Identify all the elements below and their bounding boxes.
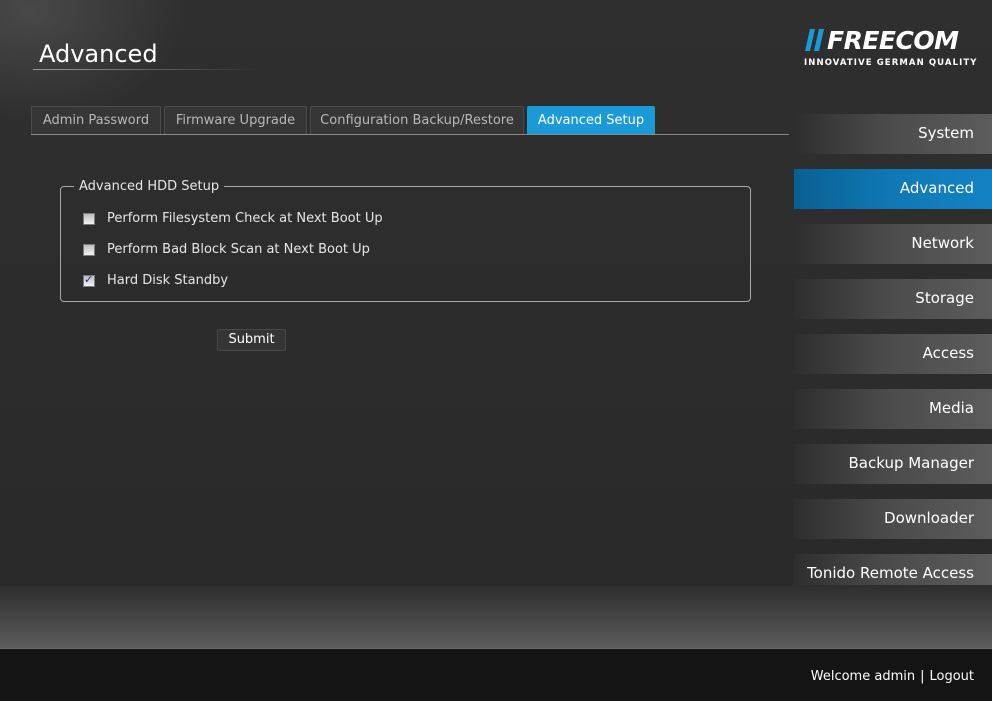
footer-separator: | <box>920 669 925 684</box>
footer-bar: Welcome admin | Logout <box>0 648 992 701</box>
tab-divider <box>31 134 789 135</box>
filesystem-check-checkbox[interactable] <box>83 213 95 225</box>
hard-disk-standby-checkbox[interactable]: ✓ <box>83 273 95 287</box>
welcome-text: Welcome admin <box>810 669 916 684</box>
tab-firmware-upgrade[interactable]: Firmware Upgrade <box>164 106 307 134</box>
logout-link[interactable]: Logout <box>929 669 974 684</box>
sidebar-item-access[interactable]: Access <box>794 334 992 374</box>
bad-block-scan-label: Perform Bad Block Scan at Next Boot Up <box>107 242 370 257</box>
sidebar-item-backup-manager[interactable]: Backup Manager <box>794 444 992 484</box>
freecom-logo: FREECOM INNOVATIVE GERMAN QUALITY <box>804 26 976 72</box>
tab-advanced-setup[interactable]: Advanced Setup <box>527 106 655 134</box>
checkmark-icon: ✓ <box>84 273 94 286</box>
title-underline <box>33 69 258 70</box>
sidebar-item-media[interactable]: Media <box>794 389 992 429</box>
logo-tagline: INNOVATIVE GERMAN QUALITY <box>804 58 978 68</box>
sidebar-item-network[interactable]: Network <box>794 224 992 264</box>
sidebar-item-system[interactable]: System <box>794 114 992 154</box>
bottom-gradient <box>0 585 992 648</box>
sidebar-item-storage[interactable]: Storage <box>794 279 992 319</box>
logo-slash-icon <box>805 29 824 51</box>
hdd-setup-legend: Advanced HDD Setup <box>74 179 225 194</box>
hard-disk-standby-label: Hard Disk Standby <box>107 273 229 288</box>
submit-button[interactable]: Submit <box>217 329 286 351</box>
tab-admin-password[interactable]: Admin Password <box>31 106 161 134</box>
filesystem-check-label: Perform Filesystem Check at Next Boot Up <box>107 211 383 226</box>
tab-configuration-backup-restore[interactable]: Configuration Backup/Restore <box>310 106 524 134</box>
bad-block-scan-checkbox[interactable] <box>83 244 95 256</box>
footer-user-info: Welcome admin | Logout <box>811 669 974 684</box>
logo-wordmark: FREECOM <box>827 26 959 55</box>
page-title: Advanced <box>39 40 158 68</box>
sidebar-item-advanced[interactable]: Advanced <box>794 169 992 209</box>
sidebar-item-downloader[interactable]: Downloader <box>794 499 992 539</box>
